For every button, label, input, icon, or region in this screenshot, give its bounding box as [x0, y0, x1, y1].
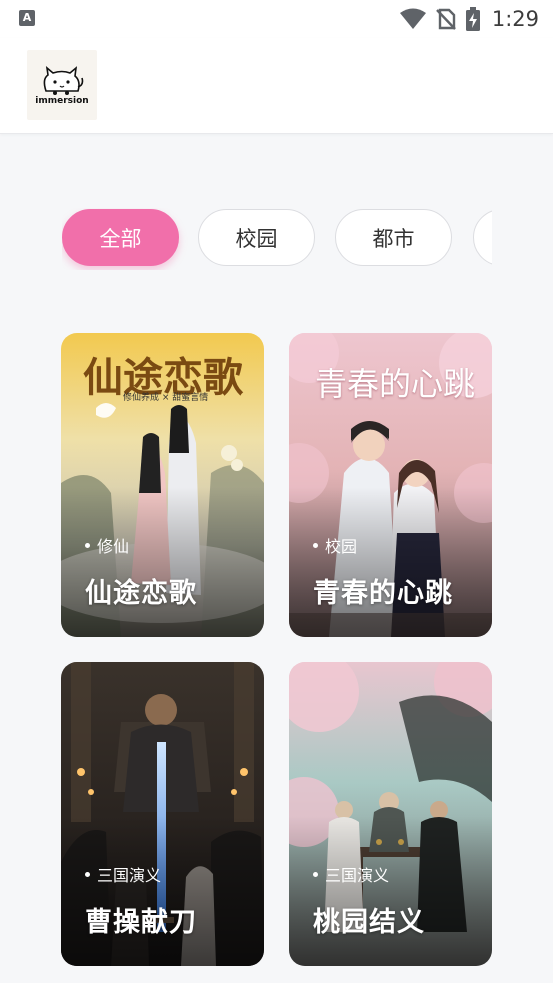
clock-time: 1:29 [491, 7, 539, 31]
bullet-dot-icon [85, 542, 90, 548]
no-sim-icon [435, 8, 456, 30]
bullet-dot-icon [313, 542, 318, 548]
cover-subtitle-art: 修仙养成 × 甜蜜言情 [123, 393, 209, 403]
story-tag: 修仙 [85, 533, 129, 557]
category-tab-all[interactable]: 全部 [62, 209, 179, 266]
story-tag: 三国演义 [85, 862, 161, 886]
story-title: 仙途恋歌 [85, 578, 197, 609]
category-tabs: 全部 校园 都市 [62, 208, 492, 270]
cat-logo-icon [43, 65, 84, 95]
logo-text: immersion [35, 95, 89, 106]
category-tab-campus[interactable]: 校园 [198, 209, 315, 266]
story-card[interactable]: 青春的心跳 校园 青春的心跳 [289, 333, 492, 637]
cover-title-art: 青春的心跳 [315, 365, 476, 403]
status-bar: A 1:29 [0, 0, 553, 38]
story-title: 曹操献刀 [85, 907, 197, 938]
story-card[interactable]: 三国演义 桃园结义 [289, 662, 492, 966]
app-logo[interactable]: immersion [27, 50, 97, 120]
status-icons: 1:29 [390, 5, 539, 33]
wifi-icon [399, 8, 426, 30]
app-notification-icon: A [19, 10, 35, 26]
bullet-dot-icon [85, 871, 90, 877]
battery-charging-icon [465, 7, 480, 31]
app-header: immersion [0, 38, 553, 134]
story-card[interactable]: 仙途恋歌 修仙养成 × 甜蜜言情 修仙 仙途恋歌 [61, 333, 264, 637]
story-title: 桃园结义 [313, 907, 425, 938]
story-title: 青春的心跳 [313, 578, 453, 609]
story-tag-label: 三国演义 [97, 866, 162, 885]
story-card[interactable]: 三国演义 曹操献刀 [61, 662, 264, 966]
story-tag-label: 修仙 [97, 537, 130, 556]
category-tab-more[interactable] [473, 209, 492, 266]
story-tag-label: 三国演义 [325, 866, 390, 885]
bullet-dot-icon [313, 871, 318, 877]
story-tag: 三国演义 [313, 862, 389, 886]
story-tag-label: 校园 [325, 537, 358, 556]
category-tab-city[interactable]: 都市 [335, 209, 452, 266]
story-tag: 校园 [313, 533, 357, 557]
